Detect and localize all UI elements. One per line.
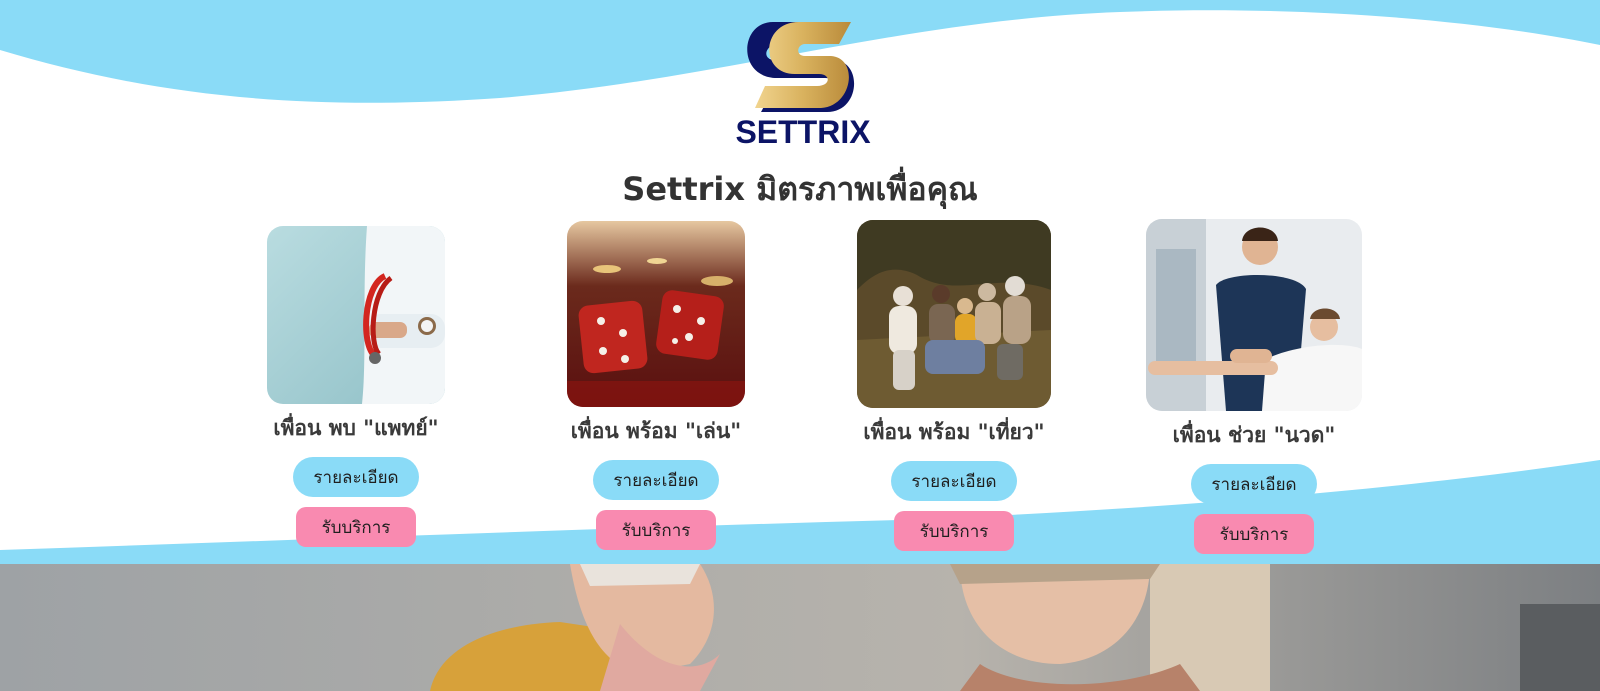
settrix-s-logo-icon bbox=[747, 22, 855, 112]
book-service-button[interactable]: รับบริการ bbox=[1194, 514, 1314, 554]
details-button[interactable]: รายละเอียด bbox=[293, 457, 419, 497]
settrix-logo[interactable]: SETTRIX bbox=[735, 20, 871, 152]
brand-name: SETTRIX bbox=[735, 114, 871, 150]
service-name: เพื่อน ช่วย "นวด" bbox=[1172, 423, 1336, 447]
caregiver-with-elderly-woman-photo bbox=[0, 564, 1600, 691]
book-service-button[interactable]: รับบริการ bbox=[596, 510, 716, 550]
service-card-doctor: เพื่อน พบ "แพทย์" รายละเอียด รับบริการ bbox=[266, 226, 446, 547]
details-button[interactable]: รายละเอียด bbox=[593, 460, 719, 500]
book-service-button[interactable]: รับบริการ bbox=[894, 511, 1014, 551]
service-name: เพื่อน พบ "แพทย์" bbox=[273, 416, 439, 440]
physiotherapy-massage-photo bbox=[1146, 219, 1362, 411]
book-service-button[interactable]: รับบริการ bbox=[296, 507, 416, 547]
service-name: เพื่อน พร้อม "เที่ยว" bbox=[863, 420, 1045, 444]
service-card-travel: เพื่อน พร้อม "เที่ยว" รายละเอียด รับบริก… bbox=[856, 220, 1052, 551]
elderly-group-outdoors-photo bbox=[857, 220, 1051, 408]
casino-dice-photo bbox=[567, 221, 745, 407]
service-card-massage: เพื่อน ช่วย "นวด" รายละเอียด รับบริการ bbox=[1145, 219, 1363, 554]
service-card-play: เพื่อน พร้อม "เล่น" รายละเอียด รับบริการ bbox=[566, 221, 746, 550]
page-title: Settrix มิตรภาพเพื่อคุณ bbox=[622, 170, 978, 208]
doctor-stethoscope-photo bbox=[267, 226, 445, 404]
details-button[interactable]: รายละเอียด bbox=[891, 461, 1017, 501]
details-button[interactable]: รายละเอียด bbox=[1191, 464, 1317, 504]
service-name: เพื่อน พร้อม "เล่น" bbox=[570, 419, 742, 443]
